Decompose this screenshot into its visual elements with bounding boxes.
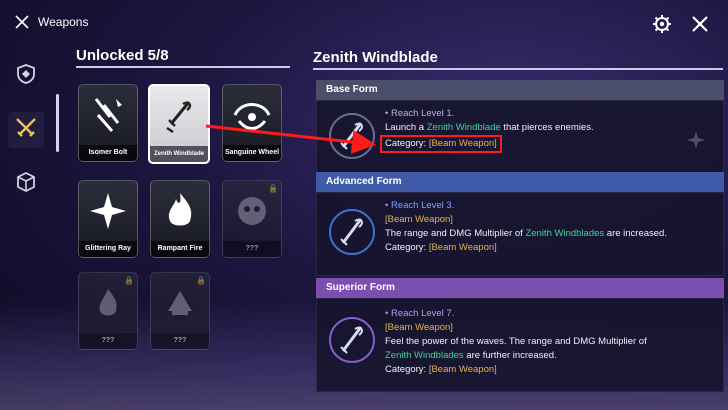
annotation-arrow <box>205 124 376 154</box>
